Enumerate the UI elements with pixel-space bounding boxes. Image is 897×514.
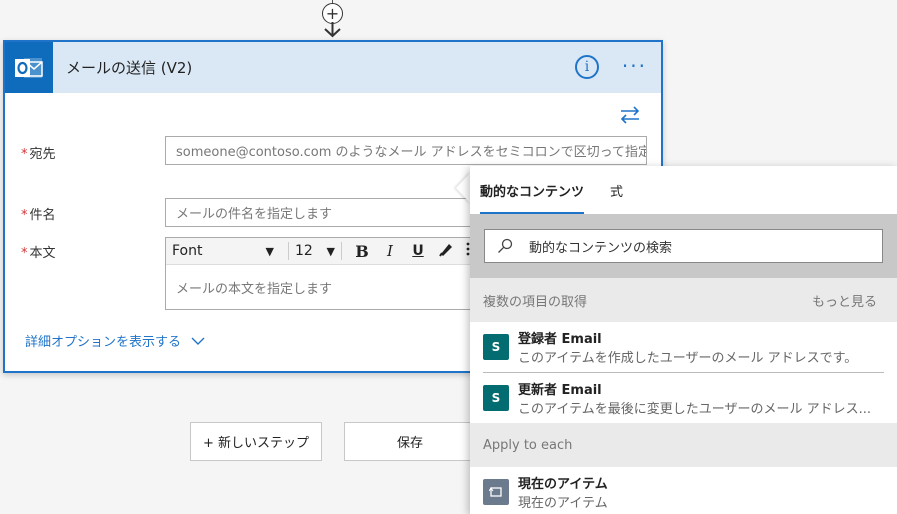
underline-button[interactable]: U <box>407 243 429 259</box>
dynamic-content-item-modified-by-email[interactable]: S 更新者 Email このアイテムを最後に変更したユーザーのメール アドレス.… <box>470 373 897 423</box>
info-icon[interactable]: i <box>575 55 599 79</box>
required-mark: * <box>21 147 28 162</box>
tab-dynamic-content[interactable]: 動的なコンテンツ <box>480 166 585 214</box>
chevron-down-icon <box>191 337 205 345</box>
body-label: * 本文 <box>21 246 56 261</box>
card-title: メールの送信 (V2) <box>66 59 193 77</box>
font-size-dropdown[interactable]: 12 ▼ <box>295 243 335 259</box>
font-dropdown[interactable]: Font ▼ <box>172 243 282 259</box>
caret-down-icon: ▼ <box>265 244 274 258</box>
sharepoint-icon: S <box>483 334 509 360</box>
subject-placeholder: メールの件名を指定します <box>176 207 333 222</box>
search-placeholder: 動的なコンテンツの検索 <box>529 240 673 256</box>
group-header-get-items: 複数の項目の取得 もっと見る <box>470 278 897 322</box>
search-area: 動的なコンテンツの検索 <box>470 214 897 278</box>
pen-icon <box>439 244 452 257</box>
popup-pointer <box>456 172 471 204</box>
italic-button[interactable]: I <box>379 242 401 260</box>
more-options-icon[interactable]: ··· <box>622 56 647 76</box>
popup-tabs: 動的なコンテンツ 式 <box>470 166 897 214</box>
item-title: 登録者 Email <box>518 332 602 347</box>
bold-button[interactable]: B <box>351 242 373 261</box>
sharepoint-icon: S <box>483 385 509 411</box>
subject-label: * 件名 <box>21 208 56 223</box>
new-step-button[interactable]: + 新しいステップ <box>190 422 322 461</box>
item-description: このアイテムを作成したユーザーのメール アドレスです。 <box>518 351 858 366</box>
highlight-pen-button[interactable] <box>435 241 457 261</box>
save-button[interactable]: 保存 <box>344 422 476 461</box>
toolbar-separator <box>288 242 289 260</box>
toolbar-separator <box>341 242 342 260</box>
card-header[interactable]: メールの送信 (V2) i ··· <box>5 42 661 93</box>
insert-step-button[interactable]: + <box>322 3 343 24</box>
group-header-apply-to-each: Apply to each <box>470 423 897 467</box>
outlook-icon <box>5 42 53 93</box>
dynamic-content-search-input[interactable]: 動的なコンテンツの検索 <box>484 229 883 263</box>
item-description: このアイテムを最後に変更したユーザーのメール アドレス... <box>518 402 871 417</box>
caret-down-icon: ▼ <box>326 244 335 258</box>
loop-icon <box>483 479 509 505</box>
required-mark: * <box>21 208 28 223</box>
arrow-down-icon <box>324 22 341 38</box>
show-advanced-options-link[interactable]: 詳細オプションを表示する <box>25 331 205 350</box>
to-label: * 宛先 <box>21 147 56 162</box>
required-mark: * <box>21 246 28 261</box>
dynamic-content-item-current-item[interactable]: 現在のアイテム 現在のアイテム <box>470 467 897 514</box>
search-icon <box>498 238 513 253</box>
item-description: 現在のアイテム <box>518 496 608 511</box>
to-input[interactable]: someone@contoso.com のようなメール アドレスをセミコロンで区… <box>165 136 647 165</box>
see-more-link[interactable]: もっと見る <box>812 291 877 310</box>
item-title: 更新者 Email <box>518 383 602 398</box>
swap-icon[interactable] <box>619 106 641 124</box>
dynamic-content-panel: 動的なコンテンツ 式 動的なコンテンツの検索 複数の項目の取得 もっと見る S … <box>470 166 897 514</box>
item-title: 現在のアイテム <box>518 477 608 492</box>
dynamic-content-item-created-by-email[interactable]: S 登録者 Email このアイテムを作成したユーザーのメール アドレスです。 <box>470 322 897 372</box>
to-placeholder: someone@contoso.com のようなメール アドレスをセミコロンで区… <box>176 145 647 160</box>
plus-icon: + <box>325 3 340 23</box>
tab-expression[interactable]: 式 <box>610 166 623 214</box>
